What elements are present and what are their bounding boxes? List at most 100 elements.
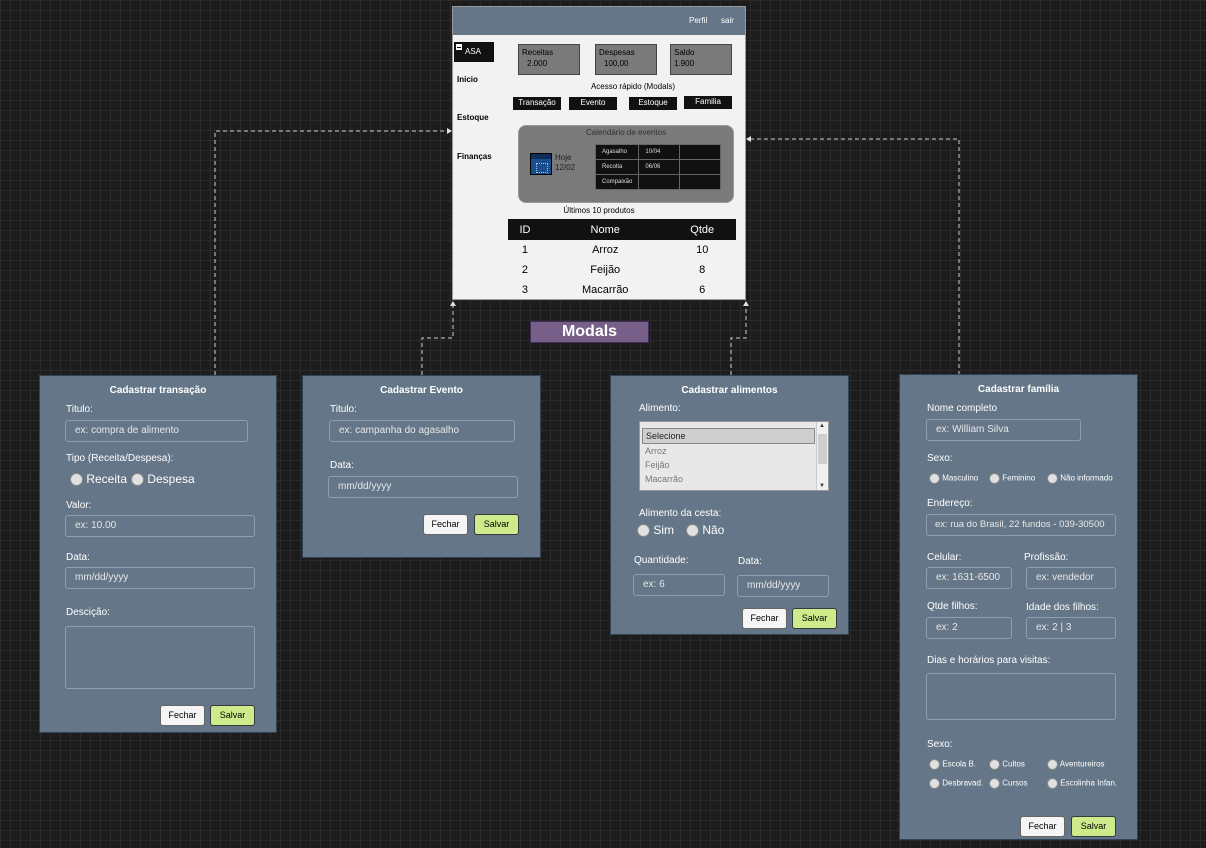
titulo-input[interactable]: ex: compra de alimento — [65, 420, 248, 442]
fechar-button[interactable]: Fechar — [160, 705, 205, 726]
idade-filhos-input[interactable]: ex: 2 | 3 — [1026, 617, 1116, 639]
endereco-input[interactable]: ex: rua do Brasil, 22 fundos - 039-30500 — [926, 514, 1116, 536]
scroll-down-icon[interactable]: ▼ — [819, 483, 825, 489]
radio-circle-icon[interactable] — [929, 778, 940, 789]
alimento-listbox[interactable]: Selecione Arroz Feijão Macarrão ▲ ▼ — [639, 421, 829, 491]
valor-label: Valor: — [66, 500, 92, 511]
modal-title: Cadastrar Evento — [380, 385, 463, 396]
checkbox-desbravadores[interactable]: Desbravad. — [929, 778, 983, 789]
quick-access-title: Acesso rápido (Modals) — [590, 82, 676, 91]
list-option[interactable]: Feijão — [642, 458, 815, 472]
table-row[interactable]: 1 Arroz 10 — [508, 240, 736, 260]
collapse-icon[interactable] — [456, 44, 462, 50]
event-row[interactable]: Compaixão — [594, 174, 722, 190]
radio-despesa[interactable]: Despesa — [131, 472, 195, 487]
radio-nao-informado[interactable]: Não informado — [1047, 473, 1113, 484]
sidebar-item-estoque[interactable]: Estoque — [457, 113, 489, 122]
salvar-button[interactable]: Salvar — [792, 608, 837, 629]
radio-circle-icon[interactable] — [989, 473, 1000, 484]
checkbox-aventureiros[interactable]: Aventureiros — [1047, 759, 1105, 770]
radio-circle-icon[interactable] — [929, 473, 940, 484]
tipo-label: Tipo (Receita/Despesa): — [66, 453, 174, 464]
salvar-button[interactable]: Salvar — [1071, 816, 1116, 837]
modal-title: Cadastrar transação — [109, 385, 207, 396]
logout-link[interactable]: sair — [721, 16, 734, 25]
salvar-button[interactable]: Salvar — [474, 514, 519, 535]
checkbox-cursos[interactable]: Cursos — [989, 778, 1028, 789]
radio-feminino[interactable]: Feminino — [989, 473, 1035, 484]
events-table: Agasalho 10/04 Recolta 06/06 Compaixão — [594, 144, 722, 190]
profissao-input[interactable]: ex: vendedor — [1026, 567, 1116, 589]
event-row[interactable]: Recolta 06/06 — [594, 159, 722, 175]
checkbox-cultos[interactable]: Cultos — [989, 759, 1025, 770]
radio-masculino[interactable]: Masculino — [929, 473, 978, 484]
quick-evento-button[interactable]: Evento — [569, 97, 617, 110]
data-input[interactable]: mm/dd/yyyy — [65, 567, 255, 589]
radio-circle-icon[interactable] — [989, 759, 1000, 770]
data-label: Data: — [738, 556, 762, 567]
sexo2-label: Sexo: — [927, 739, 953, 750]
titulo-input[interactable]: ex: campanha do agasalho — [329, 420, 515, 442]
descricao-label: Descição: — [66, 607, 110, 618]
checkbox-escola-b[interactable]: Escola B. — [929, 759, 976, 770]
radio-circle-icon[interactable] — [686, 524, 699, 538]
salvar-button[interactable]: Salvar — [210, 705, 255, 726]
quick-familia-button[interactable]: Familia — [684, 96, 732, 109]
descricao-textarea[interactable] — [65, 626, 255, 689]
calendar-panel: Calendário de eventos Hoje 12/02 Agasalho… — [518, 125, 734, 203]
quick-estoque-button[interactable]: Estoque — [629, 97, 677, 110]
transacao-modal: Cadastrar transação Titulo: ex: compra d… — [39, 375, 277, 733]
data-input[interactable]: mm/dd/yyyy — [328, 476, 518, 498]
radio-circle-icon[interactable] — [1047, 778, 1058, 789]
radio-circle-icon[interactable] — [70, 473, 83, 487]
quantidade-label: Quantidade: — [634, 555, 689, 566]
fechar-button[interactable]: Fechar — [742, 608, 787, 629]
data-input[interactable]: mm/dd/yyyy — [737, 575, 829, 597]
visitas-textarea[interactable] — [926, 673, 1116, 720]
sexo-label: Sexo: — [927, 453, 953, 464]
checkbox-escolinha-infantil[interactable]: Escolinha Infan. — [1047, 778, 1117, 789]
radio-nao[interactable]: Não — [686, 523, 724, 538]
radio-circle-icon[interactable] — [989, 778, 1000, 789]
table-row[interactable]: 2 Feijão 8 — [508, 260, 736, 280]
celular-label: Celular: — [927, 552, 962, 563]
sidebar-item-financas[interactable]: Finanças — [457, 152, 492, 161]
qtde-filhos-input[interactable]: ex: 2 — [926, 617, 1012, 639]
qtde-filhos-label: Qtde filhos: — [927, 601, 978, 612]
products-table: ID Nome Qtde 1 Arroz 10 2 Feijão 8 3 Macarrão… — [508, 219, 736, 300]
radio-receita[interactable]: Receita — [70, 472, 127, 487]
profile-link[interactable]: Perfil — [689, 16, 707, 25]
nome-input[interactable]: ex: William Silva — [926, 419, 1081, 441]
radio-circle-icon[interactable] — [1047, 759, 1058, 770]
celular-input[interactable]: ex: 1631-6500 — [926, 567, 1012, 589]
main-screen-mockup: Perfil sair ASA Inicio Estoque Finanças … — [452, 6, 746, 300]
table-row[interactable]: 3 Macarrão 6 — [508, 280, 736, 300]
idade-filhos-label: Idade dos filhos: — [1026, 602, 1099, 613]
column-header: Nome — [541, 219, 669, 240]
top-bar: Perfil sair — [453, 7, 745, 35]
data-label: Data: — [330, 460, 354, 471]
radio-circle-icon[interactable] — [1047, 473, 1058, 484]
list-option[interactable]: Macarrão — [642, 472, 815, 486]
radio-circle-icon[interactable] — [929, 759, 940, 770]
radio-circle-icon[interactable] — [637, 524, 650, 538]
listbox-scrollbar[interactable]: ▲ ▼ — [816, 422, 828, 490]
radio-circle-icon[interactable] — [131, 473, 144, 487]
products-title: Últimos 10 produtos — [563, 206, 635, 215]
quick-transacao-button[interactable]: Transação — [513, 97, 561, 110]
event-row[interactable]: Agasalho 10/04 — [594, 144, 722, 160]
familia-modal: Cadastrar família Nome completo ex: Will… — [899, 374, 1138, 840]
modals-label: Modals — [530, 321, 649, 343]
valor-input[interactable]: ex: 10.00 — [65, 515, 255, 537]
profissao-label: Profissão: — [1024, 552, 1069, 563]
list-option[interactable]: Arroz — [642, 444, 815, 458]
quantidade-input[interactable]: ex: 6 — [633, 574, 725, 596]
sidebar-item-inicio[interactable]: Inicio — [457, 75, 478, 84]
radio-sim[interactable]: Sim — [637, 523, 674, 538]
fechar-button[interactable]: Fechar — [423, 514, 468, 535]
list-option[interactable]: Selecione — [642, 428, 815, 444]
scroll-up-icon[interactable]: ▲ — [819, 423, 825, 429]
column-header: ID — [508, 219, 542, 240]
fechar-button[interactable]: Fechar — [1020, 816, 1065, 837]
titulo-label: Titulo: — [66, 404, 93, 415]
